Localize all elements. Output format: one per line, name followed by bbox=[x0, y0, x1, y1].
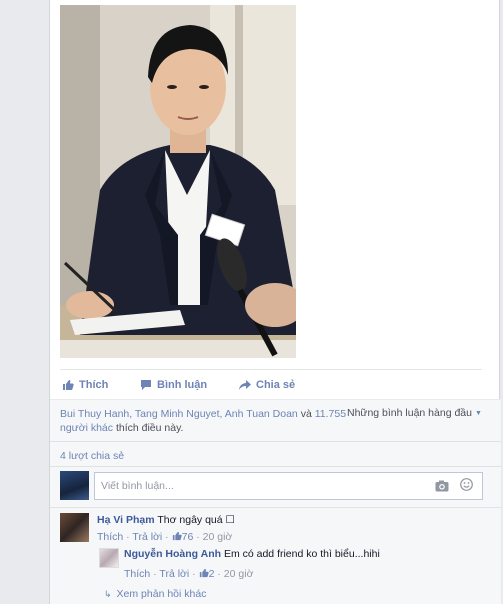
more-replies-link[interactable]: ↳ Xem phản hồi khác bbox=[104, 588, 206, 600]
current-user-avatar bbox=[60, 471, 89, 500]
reply-arrow-icon: ↳ bbox=[104, 589, 112, 599]
thumbs-up-icon bbox=[199, 568, 209, 578]
reply-time[interactable]: 20 giờ bbox=[224, 568, 254, 580]
reply-like-link[interactable]: Thích bbox=[124, 568, 150, 580]
comment-meta: Thích · Trả lời · 76 · 20 giờ bbox=[97, 531, 233, 543]
shares-link[interactable]: 4 lượt chia sẻ bbox=[60, 450, 124, 462]
reply-text: Em có add friend ko thì biểu...hihi bbox=[223, 548, 380, 560]
reply-body: Nguyễn Hoàng Anh Em có add friend ko thì… bbox=[124, 548, 380, 560]
comment-composer: Viết bình luận... bbox=[50, 466, 501, 507]
like-action-label: Thích bbox=[79, 379, 109, 391]
comments-list: Hạ Vi Phạm Thơ ngây quá ☐ Thích · Trả lờ… bbox=[50, 507, 501, 604]
commenter-avatar[interactable] bbox=[60, 513, 89, 542]
reply-reply-link[interactable]: Trả lời bbox=[159, 568, 189, 580]
reply-thread: Nguyễn Hoàng Anh Em có add friend ko thì… bbox=[94, 545, 483, 604]
post-card: Thích Bình luận Chia sẻ Bui Thuy Hanh, T… bbox=[49, 0, 501, 604]
shares-summary: 4 lượt chia sẻ bbox=[50, 441, 501, 466]
emoji-icon[interactable] bbox=[460, 478, 473, 491]
thumbs-up-icon bbox=[172, 531, 182, 541]
reply-meta: Thích · Trả lời · 2 · 20 giờ bbox=[124, 568, 254, 580]
post-photo[interactable] bbox=[60, 5, 296, 358]
comment-input[interactable]: Viết bình luận... bbox=[94, 472, 483, 500]
comment-action-label: Bình luận bbox=[157, 379, 208, 391]
left-gutter bbox=[0, 0, 49, 604]
likes-suffix: thích điều này. bbox=[115, 422, 184, 434]
likers-names-link[interactable]: Bui Thuy Hanh, Tang Minh Nguyet, Anh Tua… bbox=[60, 408, 298, 420]
reply-author[interactable]: Nguyễn Hoàng Anh bbox=[124, 548, 221, 560]
comment-text: Thơ ngây quá ☐ bbox=[157, 514, 235, 526]
comment-reply-link[interactable]: Trả lời bbox=[132, 531, 162, 543]
top-comments-dropdown[interactable]: Những bình luận hàng đầu ▼ bbox=[347, 407, 482, 419]
camera-icon[interactable] bbox=[435, 480, 449, 492]
comment-time[interactable]: 20 giờ bbox=[203, 531, 233, 543]
comment-like-count[interactable]: 76 bbox=[182, 531, 194, 543]
share-action[interactable]: Chia sẻ bbox=[239, 377, 295, 393]
comment-like-link[interactable]: Thích bbox=[97, 531, 123, 543]
caret-down-icon: ▼ bbox=[474, 410, 482, 417]
share-action-label: Chia sẻ bbox=[256, 379, 296, 391]
like-action[interactable]: Thích bbox=[62, 377, 108, 393]
likes-text: Bui Thuy Hanh, Tang Minh Nguyet, Anh Tua… bbox=[60, 407, 350, 435]
top-comments-label: Những bình luận hàng đầu bbox=[347, 407, 472, 419]
likes-summary: Bui Thuy Hanh, Tang Minh Nguyet, Anh Tua… bbox=[50, 399, 501, 441]
comment-author[interactable]: Hạ Vi Phạm bbox=[97, 514, 155, 526]
post-actions-bar: Thích Bình luận Chia sẻ bbox=[60, 369, 482, 399]
more-replies-label: Xem phản hồi khác bbox=[116, 588, 207, 600]
photo-illustration bbox=[60, 5, 296, 358]
likes-and: và bbox=[300, 408, 312, 420]
share-arrow-icon bbox=[239, 379, 251, 391]
thumbs-up-icon bbox=[62, 379, 74, 391]
comment-action[interactable]: Bình luận bbox=[140, 377, 207, 393]
comment-body: Hạ Vi Phạm Thơ ngây quá ☐ bbox=[97, 514, 235, 526]
comment-bubble-icon bbox=[140, 379, 152, 391]
replier-avatar[interactable] bbox=[99, 548, 119, 568]
